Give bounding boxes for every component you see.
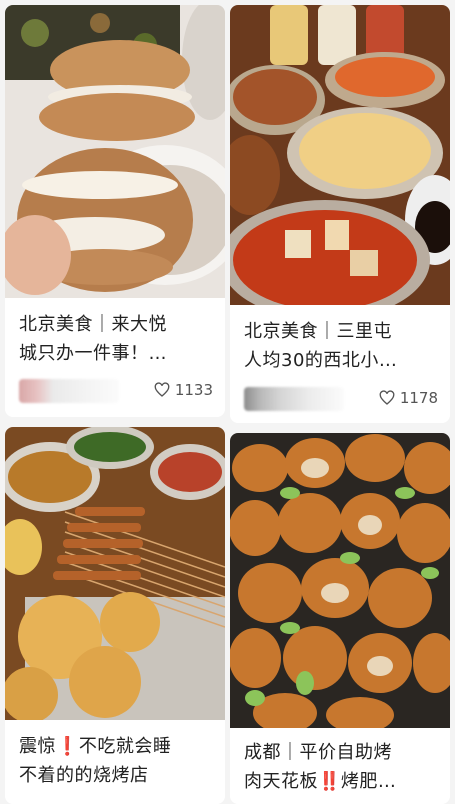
note-title-line: 北京美食｜三里屯 <box>244 321 392 342</box>
note-title-line: 人均30的西北小… <box>244 350 398 371</box>
note-cover-image[interactable] <box>5 5 225 298</box>
note-cover-image[interactable] <box>5 427 225 720</box>
like-count[interactable]: 1178 <box>379 389 438 407</box>
note-title-line: 肉天花板‼️烤肥… <box>244 771 397 792</box>
note-title[interactable]: 震惊❗不吃就会睡 不着的的烧烤店 <box>19 732 215 790</box>
heart-outline-icon <box>379 390 395 405</box>
note-card[interactable]: 震惊❗不吃就会睡 不着的的烧烤店 <box>5 427 225 804</box>
note-title-line: 北京美食｜来大悦 <box>19 314 167 335</box>
note-card[interactable]: 北京美食｜来大悦 城只办一件事！… 1133 <box>5 5 225 417</box>
note-card[interactable]: 北京美食｜三里屯 人均30的西北小… 1178 <box>230 5 450 423</box>
note-title-line: 不着的的烧烤店 <box>19 765 149 786</box>
note-title-line: 震惊❗不吃就会睡 <box>19 736 172 757</box>
note-title-line: 城只办一件事！… <box>19 343 167 364</box>
heart-outline-icon <box>154 382 170 397</box>
like-count[interactable]: 1133 <box>154 381 213 399</box>
note-card[interactable]: 成都｜平价自助烤 肉天花板‼️烤肥… <box>230 433 450 804</box>
note-cover-image[interactable] <box>230 5 450 305</box>
like-count-value: 1178 <box>399 389 438 407</box>
note-title[interactable]: 北京美食｜三里屯 人均30的西北小… <box>244 317 440 375</box>
like-count-value: 1133 <box>174 381 213 399</box>
author-info-blurred[interactable] <box>19 379 119 403</box>
note-cover-image[interactable] <box>230 433 450 728</box>
note-title[interactable]: 成都｜平价自助烤 肉天花板‼️烤肥… <box>244 738 440 796</box>
note-title[interactable]: 北京美食｜来大悦 城只办一件事！… <box>19 310 215 368</box>
author-info-blurred[interactable] <box>244 387 344 411</box>
note-title-line: 成都｜平价自助烤 <box>244 742 392 763</box>
